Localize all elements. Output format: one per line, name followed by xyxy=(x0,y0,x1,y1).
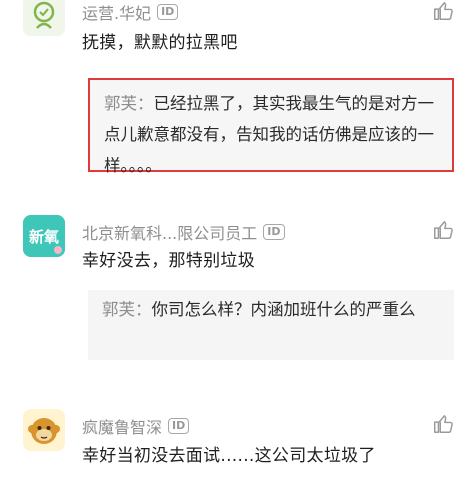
comment-text: 幸好当初没去面试......这公司太垃圾了 xyxy=(82,446,376,466)
thumbs-up-icon[interactable] xyxy=(432,219,454,241)
reply-box[interactable]: 郭芙：你司怎么样？内涵加班什么的严重么 xyxy=(88,290,454,360)
avatar[interactable]: 新氧 xyxy=(23,215,65,257)
svg-text:新氧: 新氧 xyxy=(29,228,59,246)
id-badge: ID xyxy=(168,418,190,434)
avatar[interactable] xyxy=(23,0,65,36)
avatar[interactable] xyxy=(23,409,65,451)
author-name[interactable]: 北京新氧科...限公司员工 xyxy=(82,220,257,244)
comment-author[interactable]: 疯魔鲁智深 ID xyxy=(82,414,190,438)
id-badge: ID xyxy=(157,4,179,20)
reply-text: 你司怎么样？内涵加班什么的严重么 xyxy=(151,300,416,319)
author-name[interactable]: 疯魔鲁智深 xyxy=(82,414,162,438)
comment-text: 幸好没去，那特别垃圾 xyxy=(82,251,255,271)
id-badge: ID xyxy=(263,224,285,240)
xinyang-logo-icon: 新氧 xyxy=(23,215,65,257)
comment-author[interactable]: 运营.华妃 ID xyxy=(82,0,179,24)
reply-text: 已经拉黑了，其实我最生气的是对方一点儿歉意都没有，告知我的话仿佛是应该的一样。。… xyxy=(104,94,434,175)
comment-text: 抚摸，默默的拉黑吧 xyxy=(82,33,238,53)
reply-box[interactable]: 郭芙：已经拉黑了，其实我最生气的是对方一点儿歉意都没有，告知我的话仿佛是应该的一… xyxy=(88,78,454,175)
author-name[interactable]: 运营.华妃 xyxy=(82,0,151,24)
thumbs-up-icon[interactable] xyxy=(432,0,454,22)
reply-author[interactable]: 郭芙： xyxy=(104,94,154,113)
thumbs-up-icon[interactable] xyxy=(432,413,454,435)
reply-author[interactable]: 郭芙： xyxy=(102,300,152,319)
green-robot-avatar-icon xyxy=(23,0,65,36)
monkey-avatar-icon xyxy=(23,409,65,451)
comment-author[interactable]: 北京新氧科...限公司员工 ID xyxy=(82,220,285,244)
